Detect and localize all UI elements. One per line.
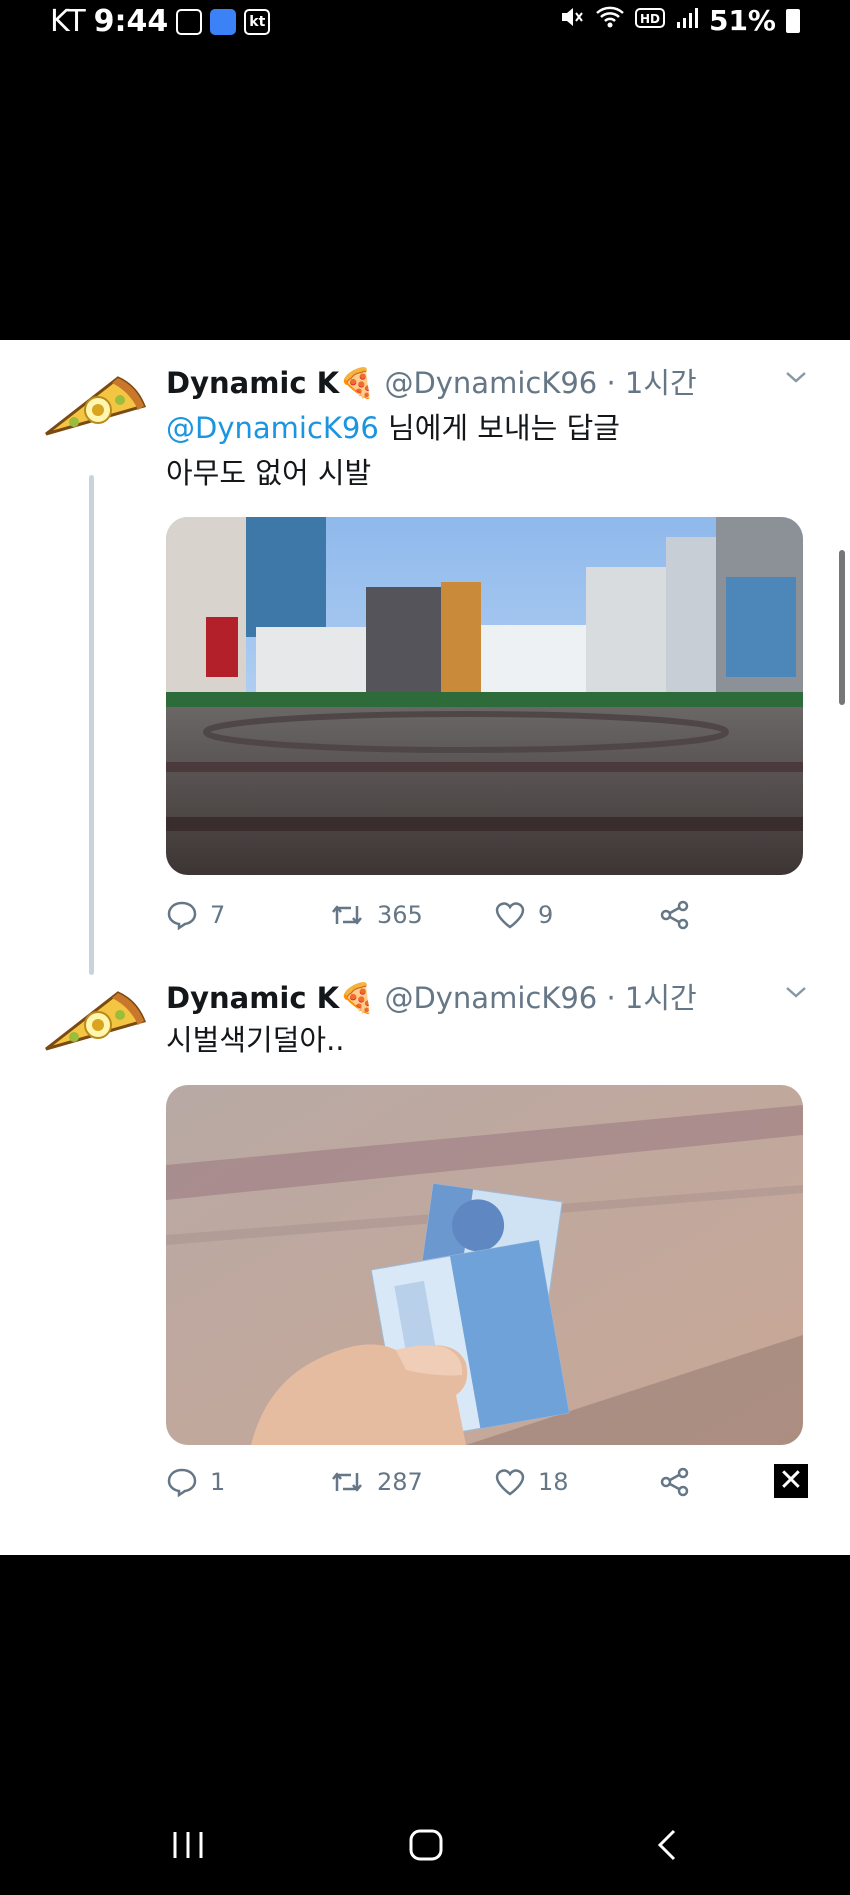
status-bar: KT 9:44 kt HD 51%: [0, 0, 850, 50]
navigation-bar: [0, 1800, 850, 1895]
tweet-header: Dynamic K🍕 @DynamicK96 · 1시간: [166, 975, 697, 1017]
close-icon[interactable]: ✕: [774, 1464, 808, 1498]
display-name[interactable]: Dynamic K: [166, 366, 339, 400]
avatar[interactable]: [40, 985, 150, 1065]
reply-icon: [166, 1467, 198, 1497]
timeline-panel[interactable]: Dynamic K🍕 @DynamicK96 · 1시간 @DynamicK96…: [0, 340, 850, 1555]
heart-icon: [494, 1467, 526, 1497]
share-icon: [659, 900, 691, 930]
heart-icon: [494, 900, 526, 930]
reply-icon: [166, 900, 198, 930]
display-name[interactable]: Dynamic K: [166, 981, 339, 1015]
retweet-button[interactable]: 365: [329, 900, 494, 930]
share-button[interactable]: [659, 900, 691, 930]
wifi-icon: [595, 4, 625, 37]
tweet-photo-plaza[interactable]: [166, 517, 803, 875]
chevron-down-icon[interactable]: [784, 362, 808, 392]
retweet-count: 365: [377, 901, 423, 929]
pizza-icon: 🍕: [339, 981, 376, 1015]
carrier-label: KT: [50, 4, 86, 39]
tweet-photo-banknotes[interactable]: [166, 1085, 803, 1445]
signal-icon: [675, 4, 699, 37]
handle[interactable]: @DynamicK96: [384, 366, 597, 400]
like-button[interactable]: 18: [494, 1467, 659, 1497]
separator: ·: [606, 366, 616, 400]
tweet-actions: 7 365 9: [166, 895, 766, 935]
gallery-icon: [176, 8, 203, 35]
tweet-text: 아무도 없어 시발: [166, 456, 372, 490]
share-button[interactable]: [659, 1467, 691, 1497]
app-icon: [210, 8, 237, 35]
tweet-text: 시벌색기덜아..: [166, 1023, 345, 1057]
clock: 9:44: [93, 4, 169, 39]
retweet-count: 287: [377, 1468, 423, 1496]
retweet-icon: [329, 900, 365, 930]
timestamp[interactable]: 1시간: [625, 981, 697, 1015]
separator: ·: [606, 981, 616, 1015]
tweet-actions: 1 287 18: [166, 1462, 766, 1502]
battery-icon: [786, 8, 800, 33]
reply-mention-link[interactable]: @DynamicK96: [166, 411, 379, 445]
reply-count: 1: [210, 1468, 226, 1496]
status-left: KT 9:44 kt: [50, 4, 271, 39]
reply-button[interactable]: 7: [166, 900, 329, 930]
thread-line: [89, 475, 94, 975]
pizza-icon: 🍕: [339, 366, 376, 400]
recent-apps-button[interactable]: [170, 1828, 206, 1866]
reply-button[interactable]: 1: [166, 1467, 329, 1497]
handle[interactable]: @DynamicK96: [384, 981, 597, 1015]
home-button[interactable]: [408, 1828, 444, 1866]
retweet-button[interactable]: 287: [329, 1467, 494, 1497]
like-button[interactable]: 9: [494, 900, 659, 930]
mute-icon: [559, 4, 585, 37]
reply-context: @DynamicK96 님에게 보내는 답글: [166, 405, 620, 447]
back-button[interactable]: [650, 1828, 686, 1866]
tweet-header: Dynamic K🍕 @DynamicK96 · 1시간: [166, 360, 697, 402]
battery-percent: 51%: [708, 4, 776, 37]
timestamp[interactable]: 1시간: [625, 366, 697, 400]
hd-icon: HD: [634, 4, 665, 37]
scrollbar[interactable]: [839, 550, 845, 705]
svg-text:HD: HD: [640, 12, 660, 26]
kt-icon: kt: [244, 8, 271, 35]
share-icon: [659, 1467, 691, 1497]
reply-count: 7: [210, 901, 226, 929]
chevron-down-icon[interactable]: [784, 977, 808, 1007]
status-right: HD 51%: [559, 4, 800, 37]
avatar[interactable]: [40, 370, 150, 450]
reply-suffix: 님에게 보내는 답글: [378, 411, 620, 445]
like-count: 18: [538, 1468, 569, 1496]
retweet-icon: [329, 1467, 365, 1497]
like-count: 9: [538, 901, 554, 929]
